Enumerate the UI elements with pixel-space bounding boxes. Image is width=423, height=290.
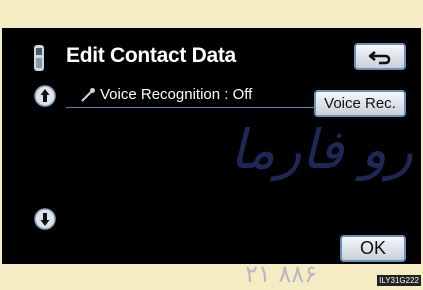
voice-rec-button[interactable]: Voice Rec. — [314, 90, 406, 117]
figure-code-label: ILY31G222 — [377, 275, 421, 286]
back-button[interactable] — [354, 43, 406, 70]
scroll-up-button[interactable] — [34, 85, 56, 107]
microphone-icon — [81, 88, 95, 102]
return-arrow-icon — [368, 50, 391, 64]
watermark-numbers: ۲۱ ۸۸۶ — [245, 260, 318, 288]
scroll-down-button[interactable] — [34, 208, 56, 230]
phone-handset-icon — [34, 45, 44, 71]
list-row-divider — [66, 107, 318, 108]
ok-button[interactable]: OK — [340, 235, 406, 262]
watermark-text: رو فارما — [230, 118, 414, 181]
voice-recognition-label: Voice Recognition : Off — [100, 86, 253, 103]
page-title: Edit Contact Data — [66, 44, 236, 67]
